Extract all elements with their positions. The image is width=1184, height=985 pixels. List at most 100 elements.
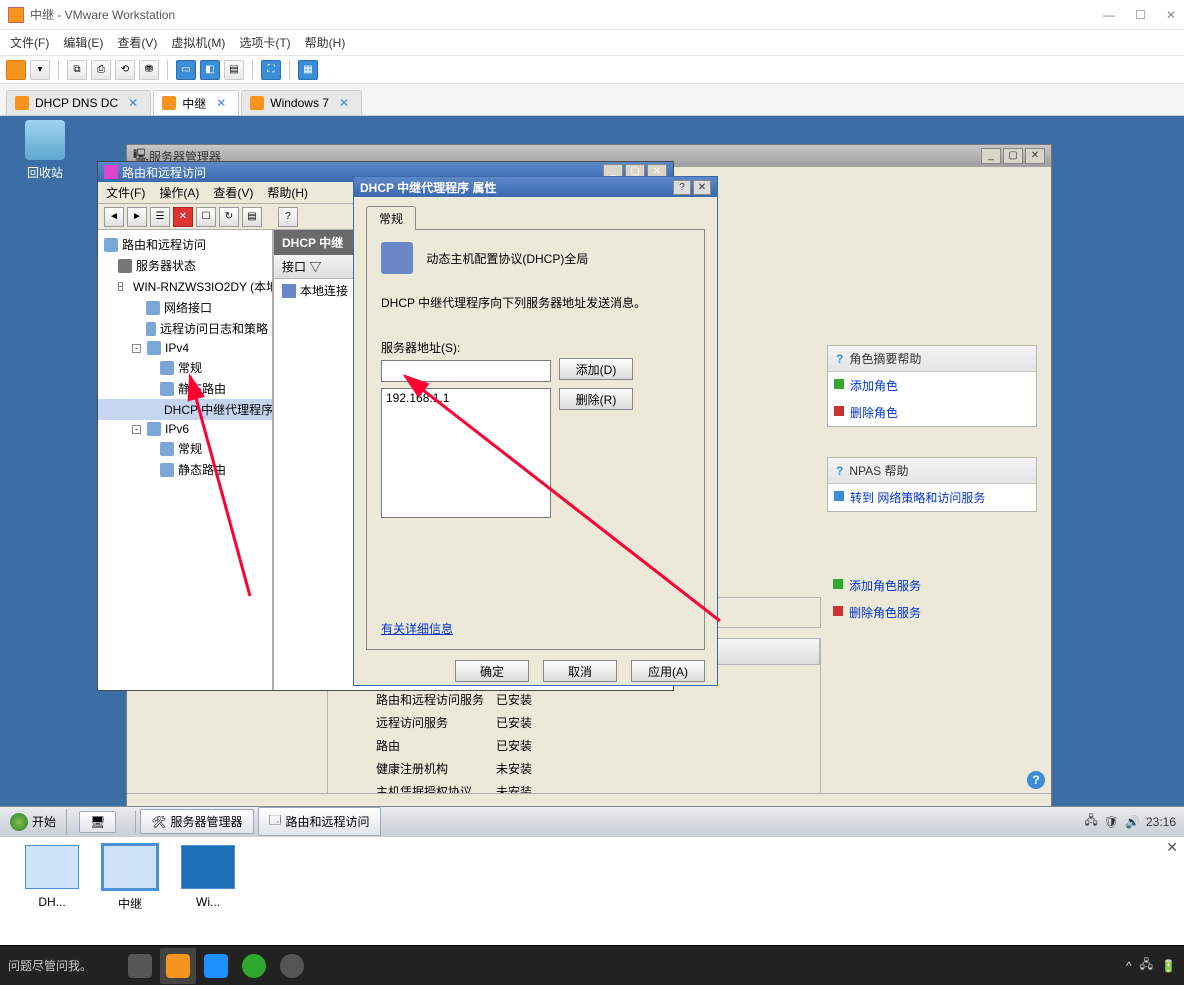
delete-button[interactable]: 删除(R) bbox=[559, 388, 633, 410]
table-row[interactable]: 路由已安装 bbox=[328, 734, 820, 757]
tree-server-status[interactable]: 服务器状态 bbox=[98, 255, 272, 276]
menu-view[interactable]: 查看(V) bbox=[117, 34, 157, 51]
tree-root[interactable]: 路由和远程访问 bbox=[98, 234, 272, 255]
tb-library-button[interactable]: ▦ bbox=[298, 60, 318, 80]
close-icon[interactable]: ✕ bbox=[128, 96, 138, 110]
tb-export-button[interactable]: ▤ bbox=[242, 207, 262, 227]
minimize-button[interactable]: _ bbox=[981, 148, 1001, 164]
add-role-link[interactable]: 添加角色 bbox=[828, 372, 1036, 399]
tree-ipv6-general[interactable]: 常规 bbox=[98, 438, 272, 459]
thumb-relay[interactable]: 中继 bbox=[100, 845, 160, 924]
tray-security-icon[interactable]: 🛡 bbox=[1104, 815, 1119, 829]
table-row[interactable]: 健康注册机构未安装 bbox=[328, 757, 820, 780]
tb-up-button[interactable]: ☰ bbox=[150, 207, 170, 227]
vmware-minimize-button[interactable]: — bbox=[1103, 8, 1115, 22]
task-view-button[interactable] bbox=[122, 948, 158, 984]
tb-fullscreen-button[interactable]: ⛶ bbox=[261, 60, 281, 80]
tb-unity-button[interactable]: ◧ bbox=[200, 60, 220, 80]
add-role-service-link[interactable]: 添加角色服务 bbox=[827, 572, 1037, 599]
tb-snapshot-button[interactable]: ⎙ bbox=[91, 60, 111, 80]
tree-ipv6[interactable]: -IPv6 bbox=[98, 420, 272, 438]
tab-relay[interactable]: 中继 ✕ bbox=[153, 90, 239, 115]
tree-ipv4[interactable]: -IPv4 bbox=[98, 339, 272, 357]
server-address-list[interactable]: 192.168.1.1 bbox=[381, 388, 551, 518]
context-help-icon[interactable]: ? bbox=[1027, 771, 1045, 789]
close-button[interactable]: ✕ bbox=[1025, 148, 1045, 164]
start-button[interactable]: 开始 bbox=[0, 809, 67, 835]
menu-action[interactable]: 操作(A) bbox=[159, 184, 199, 201]
tb-manage-button[interactable]: ⛃ bbox=[139, 60, 159, 80]
thumb-windows7[interactable]: Wi... bbox=[178, 845, 238, 924]
server-entry[interactable]: 192.168.1.1 bbox=[386, 391, 546, 405]
tray-up-icon[interactable]: ^ bbox=[1126, 959, 1132, 973]
tb-refresh-button[interactable]: ↻ bbox=[219, 207, 239, 227]
help-button[interactable]: ? bbox=[673, 180, 691, 195]
task-server-manager[interactable]: 🛠服务器管理器 bbox=[140, 809, 253, 834]
tb-send-ctrlaltdel-button[interactable]: ⧉ bbox=[67, 60, 87, 80]
tree-ipv6-static-routes[interactable]: 静态路由 bbox=[98, 459, 272, 480]
more-info-link[interactable]: 有关详细信息 bbox=[381, 620, 453, 637]
menu-vm[interactable]: 虚拟机(M) bbox=[171, 34, 225, 51]
tray-clock[interactable]: 23:16 bbox=[1146, 815, 1176, 829]
menu-view[interactable]: 查看(V) bbox=[213, 184, 253, 201]
vmware-close-button[interactable]: ✕ bbox=[1166, 8, 1176, 22]
tb-properties-button[interactable]: ☐ bbox=[196, 207, 216, 227]
tb-help-button[interactable]: ? bbox=[278, 207, 298, 227]
task-rra[interactable]: 🗔路由和远程访问 bbox=[258, 807, 381, 836]
vmware-maximize-button[interactable]: ☐ bbox=[1135, 8, 1146, 22]
close-icon[interactable]: ✕ bbox=[339, 96, 349, 110]
tray-sound-icon[interactable]: 🔊 bbox=[1125, 815, 1140, 829]
quicklaunch-button[interactable]: 🖥 bbox=[79, 811, 116, 833]
tb-poweron-button[interactable] bbox=[6, 60, 26, 80]
expand-icon[interactable]: - bbox=[132, 344, 141, 353]
menu-tabs[interactable]: 选项卡(T) bbox=[239, 34, 290, 51]
remove-role-link[interactable]: 删除角色 bbox=[828, 399, 1036, 426]
taskbar-wps[interactable] bbox=[198, 948, 234, 984]
dialog-titlebar[interactable]: DHCP 中继代理程序 属性 ? ✕ bbox=[354, 177, 717, 197]
host-tray[interactable]: ^ 🖧 🔋 bbox=[1126, 955, 1176, 976]
remove-role-service-link[interactable]: 删除角色服务 bbox=[827, 599, 1037, 626]
menu-file[interactable]: 文件(F) bbox=[106, 184, 145, 201]
ok-button[interactable]: 确定 bbox=[455, 660, 529, 682]
thumbbar-close-button[interactable]: ✕ bbox=[1166, 839, 1178, 856]
close-button[interactable]: ✕ bbox=[693, 180, 711, 195]
maximize-button[interactable]: ▢ bbox=[1003, 148, 1023, 164]
tree-server-node[interactable]: -WIN-RNZWS3IO2DY (本地) bbox=[98, 276, 272, 297]
menu-help[interactable]: 帮助(H) bbox=[267, 184, 308, 201]
tb-dropdown-button[interactable]: ▾ bbox=[30, 60, 50, 80]
expand-icon[interactable]: - bbox=[132, 425, 141, 434]
goto-npas-link[interactable]: 转到 网络策略和访问服务 bbox=[828, 484, 1036, 511]
menu-file[interactable]: 文件(F) bbox=[10, 34, 49, 51]
recycle-bin[interactable]: 回收站 bbox=[15, 120, 75, 181]
tb-delete-button[interactable]: ✕ bbox=[173, 207, 193, 227]
tree-dhcp-relay[interactable]: DHCP 中继代理程序 bbox=[98, 399, 272, 420]
tray-network-icon[interactable]: 🖧 bbox=[1140, 955, 1153, 976]
server-address-input[interactable] bbox=[381, 360, 551, 382]
tree-ipv4-general[interactable]: 常规 bbox=[98, 357, 272, 378]
table-row[interactable]: 远程访问服务已安装 bbox=[328, 711, 820, 734]
close-icon[interactable]: ✕ bbox=[216, 96, 226, 110]
cortana-hint[interactable]: 问题尽管问我。 bbox=[8, 957, 92, 974]
tb-back-button[interactable]: ◄ bbox=[104, 207, 124, 227]
tray-network-icon[interactable]: 🖧 bbox=[1084, 811, 1097, 832]
tree-network-interfaces[interactable]: 网络接口 bbox=[98, 297, 272, 318]
tab-windows7[interactable]: Windows 7 ✕ bbox=[241, 90, 362, 115]
tab-dhcp-dns-dc[interactable]: DHCP DNS DC ✕ bbox=[6, 90, 151, 115]
tree-ipv4-static-routes[interactable]: 静态路由 bbox=[98, 378, 272, 399]
menu-help[interactable]: 帮助(H) bbox=[305, 34, 346, 51]
taskbar-vmware[interactable] bbox=[160, 948, 196, 984]
thumb-dhcp-dns-dc[interactable]: DH... bbox=[22, 845, 82, 924]
menu-edit[interactable]: 编辑(E) bbox=[63, 34, 103, 51]
taskbar-app[interactable] bbox=[274, 948, 310, 984]
cancel-button[interactable]: 取消 bbox=[543, 660, 617, 682]
table-row[interactable]: 路由和远程访问服务已安装 bbox=[328, 688, 820, 711]
tray-battery-icon[interactable]: 🔋 bbox=[1161, 959, 1176, 973]
tb-thumb-button[interactable]: ▤ bbox=[224, 60, 244, 80]
taskbar-browser[interactable] bbox=[236, 948, 272, 984]
expand-icon[interactable]: - bbox=[118, 282, 123, 291]
system-tray[interactable]: 🖧 🛡 🔊 23:16 bbox=[1076, 811, 1184, 832]
tb-revert-button[interactable]: ⟲ bbox=[115, 60, 135, 80]
tab-general[interactable]: 常规 bbox=[366, 206, 416, 230]
apply-button[interactable]: 应用(A) bbox=[631, 660, 705, 682]
add-button[interactable]: 添加(D) bbox=[559, 358, 633, 380]
